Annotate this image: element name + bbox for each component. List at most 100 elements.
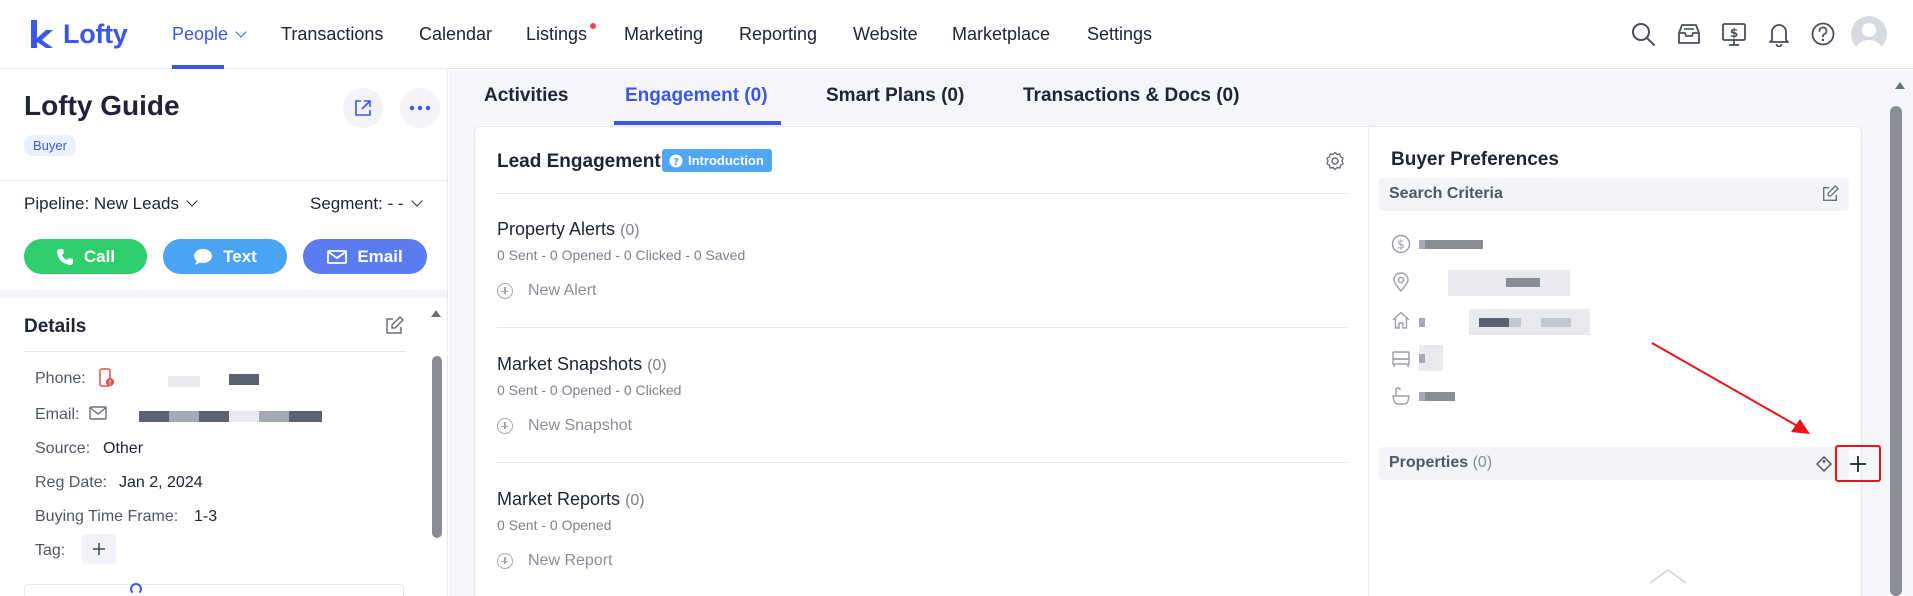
tab-transactions-docs[interactable]: Transactions & Docs (0): [1023, 85, 1239, 107]
source-label: Source:: [35, 440, 91, 457]
search-criteria-label: Search Criteria: [1389, 185, 1503, 202]
location-pin-icon: [1393, 272, 1409, 292]
nav-listings[interactable]: Listings: [526, 24, 587, 45]
notification-dot: [590, 23, 596, 29]
reg-date-value: Jan 2, 2024: [119, 474, 203, 491]
contact-panel: Lofty Guide Buyer Pipeline: New Leads Se…: [0, 70, 448, 596]
chat-bubble-icon: [194, 248, 213, 265]
more-dots-icon: [409, 105, 431, 111]
email-button[interactable]: Email: [303, 239, 427, 274]
new-snapshot-button[interactable]: New Snapshot: [497, 417, 632, 435]
add-property-button[interactable]: [1835, 445, 1881, 482]
phone-icon: [56, 248, 73, 265]
market-snapshots-stats: 0 Sent - 0 Opened - 0 Clicked: [497, 382, 682, 398]
nav-people[interactable]: People: [172, 24, 247, 45]
new-snapshot-label: New Snapshot: [528, 417, 633, 434]
tab-bar: Activities Engagement (0) Smart Plans (0…: [449, 70, 1887, 126]
tab-active-underline: [614, 121, 781, 125]
edit-icon[interactable]: [1821, 185, 1839, 203]
nav-calendar[interactable]: Calendar: [419, 24, 492, 45]
user-silhouette-icon: [1855, 23, 1883, 52]
phone-label: Phone:: [35, 370, 86, 387]
details-section: Details Phone: Email: Source: Other Reg …: [0, 290, 447, 596]
source-value: Other: [103, 440, 144, 457]
share-button[interactable]: [343, 88, 383, 128]
new-report-button[interactable]: New Report: [497, 552, 612, 570]
help-icon[interactable]: [1810, 21, 1836, 47]
introduction-badge[interactable]: ? Introduction: [662, 149, 772, 172]
divider: [0, 180, 447, 181]
buyer-preferences-title: Buyer Preferences: [1391, 149, 1559, 170]
plus-circle-icon: [497, 553, 513, 569]
pipeline-dropdown[interactable]: Pipeline: New Leads: [24, 194, 198, 214]
text-button[interactable]: Text: [163, 239, 287, 274]
segment-dropdown[interactable]: Segment: - -: [310, 194, 423, 214]
nav-marketplace[interactable]: Marketplace: [952, 24, 1050, 45]
nav-transactions[interactable]: Transactions: [281, 24, 383, 45]
divider: [497, 327, 1347, 328]
top-navigation: Lofty People Transactions Calendar Listi…: [0, 0, 1913, 69]
redacted-value: [1509, 318, 1521, 327]
more-button[interactable]: [400, 88, 440, 128]
inbox-icon[interactable]: [1676, 21, 1702, 47]
reg-date-label: Reg Date:: [35, 474, 108, 491]
plus-circle-icon: [497, 283, 513, 299]
scroll-up-arrow-icon[interactable]: [430, 308, 442, 318]
redacted-value: [139, 411, 169, 422]
redacted-value: [168, 376, 200, 387]
bell-icon[interactable]: [1766, 21, 1792, 47]
nav-settings[interactable]: Settings: [1087, 24, 1152, 45]
nav-people-label: People: [172, 24, 229, 44]
svg-text:$: $: [1397, 238, 1405, 252]
chevron-down-icon: [235, 26, 247, 38]
redacted-value: [1479, 318, 1509, 327]
divider: [24, 351, 406, 352]
divider: [497, 193, 1347, 194]
chevron-down-icon: [186, 195, 198, 207]
nav-reporting[interactable]: Reporting: [739, 24, 817, 45]
redacted-value: [169, 411, 199, 422]
new-alert-button[interactable]: New Alert: [497, 282, 596, 300]
lofty-logo[interactable]: Lofty: [28, 18, 128, 50]
scroll-up-arrow-icon[interactable]: [1894, 80, 1906, 90]
redacted-value: [1425, 392, 1455, 401]
lofty-logo-icon: [31, 20, 53, 48]
add-tag-button[interactable]: [82, 534, 116, 564]
svg-text:$: $: [1730, 26, 1738, 40]
call-button[interactable]: Call: [24, 239, 147, 274]
nav-marketing[interactable]: Marketing: [624, 24, 703, 45]
tag-diamond-icon[interactable]: [1816, 456, 1832, 472]
plus-circle-icon: [497, 418, 513, 434]
envelope-icon: [327, 249, 348, 264]
properties-count: (0): [1472, 454, 1493, 471]
phone-alert-icon: [99, 368, 114, 387]
market-reports-title: Market Reports (0): [497, 489, 645, 510]
annotation-arrow: [1651, 342, 1810, 434]
divider: [497, 462, 1347, 463]
avatar[interactable]: [1851, 16, 1887, 52]
redacted-value: [229, 411, 259, 422]
envelope-icon: [89, 406, 107, 420]
nav-active-underline: [172, 65, 224, 69]
page-scrollbar-thumb[interactable]: [1890, 106, 1902, 596]
tab-smart-plans[interactable]: Smart Plans (0): [826, 85, 964, 107]
details-scrollbar-thumb[interactable]: [432, 356, 442, 538]
buying-time-value: 1-3: [194, 508, 218, 525]
nav-website[interactable]: Website: [853, 24, 918, 45]
buyer-tag: Buyer: [24, 135, 76, 156]
tab-activities[interactable]: Activities: [484, 85, 568, 107]
buying-time-label: Buying Time Frame:: [35, 508, 179, 525]
search-icon[interactable]: [1630, 21, 1656, 47]
search-criteria-header: Search Criteria: [1379, 178, 1849, 211]
gear-icon[interactable]: [1325, 151, 1345, 171]
tab-engagement[interactable]: Engagement (0): [625, 85, 768, 107]
redacted-value: [1506, 278, 1540, 287]
chevron-up-icon: [1649, 569, 1687, 584]
edit-icon[interactable]: [384, 316, 404, 336]
property-alerts-count: (0): [620, 222, 640, 239]
help-icon: ?: [669, 154, 683, 168]
bath-icon: [1392, 387, 1410, 405]
market-reports-count: (0): [625, 492, 645, 509]
dollar-monitor-icon[interactable]: $: [1721, 21, 1747, 47]
share-icon: [355, 100, 371, 116]
